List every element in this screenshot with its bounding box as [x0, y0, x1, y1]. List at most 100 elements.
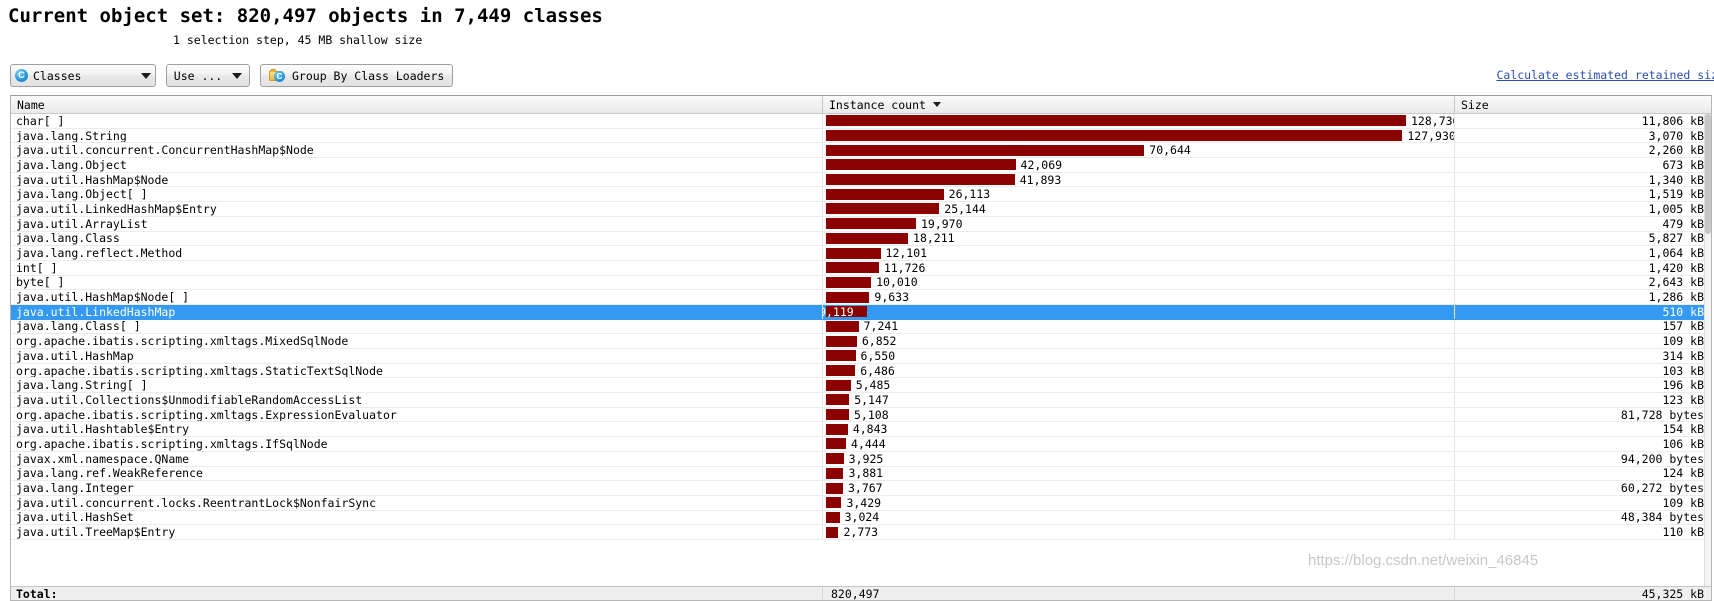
table-row[interactable]: java.lang.String 127,930 3,070 kB [11, 129, 1711, 144]
cell-instance-count: 127,930 [823, 128, 1455, 143]
instance-count-bar [826, 511, 840, 523]
instance-count-bar [826, 497, 842, 509]
instance-count-value: 26,113 [948, 187, 991, 202]
column-header-instance-count-label: Instance count [829, 97, 926, 112]
instance-count-bar [826, 130, 1403, 142]
instance-count-bar [826, 203, 940, 215]
table-row[interactable]: int[ ] 11,726 1,420 kB [11, 261, 1711, 276]
cell-instance-count: 3,925 [823, 451, 1455, 466]
jprofiler-class-view: Current object set: 820,497 objects in 7… [0, 0, 1714, 601]
table-row[interactable]: java.lang.Class[ ] 7,241 157 kB [11, 319, 1711, 335]
table-row[interactable]: java.util.concurrent.locks.ReentrantLock… [11, 496, 1711, 511]
instance-count-bar [826, 350, 856, 362]
cell-instance-count: 6,852 [823, 334, 1455, 348]
instance-count-value: 3,925 [848, 451, 884, 466]
cell-instance-count: 25,144 [823, 202, 1455, 216]
cell-instance-count: 18,211 [823, 231, 1455, 246]
table-row[interactable]: java.lang.reflect.Method 12,101 1,064 kB [11, 246, 1711, 261]
table-row[interactable]: java.util.HashSet 3,024 48,384 bytes [11, 510, 1711, 526]
cell-size: 1,420 kB [1648, 260, 1704, 275]
instance-count-bar [826, 453, 844, 465]
cell-size: 5,827 kB [1648, 231, 1704, 246]
column-header-name[interactable]: Name [11, 96, 823, 114]
cell-class-name: java.lang.Object[ ] [11, 187, 823, 202]
cell-size: 1,286 kB [1648, 290, 1704, 305]
column-header-instance-count[interactable]: Instance count [823, 96, 1455, 114]
cell-size: 123 kB [1662, 392, 1704, 407]
cell-class-name: org.apache.ibatis.scripting.xmltags.Expr… [11, 407, 823, 422]
instance-count-value: 3,429 [846, 495, 882, 510]
cell-size: 1,005 kB [1648, 201, 1704, 216]
instance-count-bar [826, 467, 844, 479]
cell-instance-count: 7,241 [823, 319, 1455, 334]
cell-instance-count: 5,485 [823, 378, 1455, 393]
table-row[interactable]: java.lang.String[ ] 5,485 196 kB [11, 378, 1711, 394]
page-subtitle: 1 selection step, 45 MB shallow size [173, 33, 423, 47]
cell-instance-count: 4,444 [823, 437, 1455, 451]
instance-count-bar [826, 320, 859, 332]
instance-count-bar [826, 276, 872, 288]
table-row[interactable]: javax.xml.namespace.QName 3,925 94,200 byt… [11, 452, 1711, 467]
table-row[interactable]: org.apache.ibatis.scripting.xmltags.Stat… [11, 364, 1711, 379]
cell-instance-count: 128,736 [823, 114, 1455, 128]
calculate-retained-size-link[interactable]: Calculate estimated retained siz [1496, 68, 1714, 82]
cell-instance-count: 4,843 [823, 422, 1455, 437]
instance-count-bar [826, 438, 847, 450]
instance-count-value: 7,241 [863, 319, 899, 334]
use-dropdown-label: Use ... [173, 68, 223, 83]
cell-instance-count: 3,767 [823, 481, 1455, 495]
cell-class-name: java.lang.Integer [11, 481, 823, 495]
cell-class-name: java.util.TreeMap$Entry [11, 525, 823, 539]
table-row[interactable]: byte[ ] 10,010 2,643 kB [11, 275, 1711, 291]
cell-class-name: java.lang.reflect.Method [11, 246, 823, 260]
chevron-down-icon [232, 72, 243, 79]
table-row[interactable]: java.util.concurrent.ConcurrentHashMap$N… [11, 143, 1711, 159]
toolbar: C Classes Use ... C Group By Class Loade… [10, 64, 454, 87]
cell-instance-count: 10,010 [823, 275, 1455, 290]
page-title: Current object set: 820,497 objects in 7… [8, 5, 603, 27]
classes-dropdown-label: Classes [33, 68, 82, 83]
instance-count-value: 42,069 [1020, 158, 1063, 172]
instance-count-value: 10,010 [876, 275, 918, 290]
table-row[interactable]: java.lang.Class 18,211 5,827 kB [11, 231, 1711, 247]
use-dropdown-button[interactable]: Use ... [166, 64, 250, 87]
table-row[interactable]: java.util.TreeMap$Entry 2,773 110 kB [11, 525, 1711, 540]
table-row[interactable]: char[ ] 128,736 11,806 kB [11, 114, 1711, 129]
table-row[interactable]: java.util.Collections$UnmodifiableRandom… [11, 393, 1711, 408]
table-row[interactable]: java.lang.Object[ ] 26,113 1,519 kB [11, 187, 1711, 203]
vertical-scrollbar[interactable] [1704, 114, 1711, 589]
table-row[interactable]: org.apache.ibatis.scripting.xmltags.Expr… [11, 408, 1711, 423]
header: Current object set: 820,497 objects in 7… [0, 0, 1714, 47]
table-row[interactable]: java.util.Hashtable$Entry 4,843 154 kB [11, 422, 1711, 438]
instance-count-value: 5,485 [855, 378, 891, 393]
table-row[interactable]: java.util.HashMap 6,550 314 kB [11, 349, 1711, 364]
instance-count-value: 128,736 [1411, 114, 1455, 128]
cell-instance-count: 9,633 [823, 290, 1455, 304]
group-by-class-loaders-button[interactable]: C Group By Class Loaders [260, 64, 454, 87]
table-row[interactable]: java.lang.Integer 3,767 60,272 bytes [11, 481, 1711, 496]
table-row[interactable]: java.util.LinkedHashMap9,119 510 kB [11, 305, 1711, 320]
table-row[interactable]: java.util.LinkedHashMap$Entry 25,144 1,005… [11, 202, 1711, 217]
cell-size: 314 kB [1662, 348, 1704, 363]
cell-size: 1,519 kB [1648, 187, 1704, 202]
cell-size: 110 kB [1662, 525, 1704, 540]
instance-count-bar [826, 379, 851, 391]
scrollbar-thumb[interactable] [1705, 114, 1711, 234]
table-row[interactable]: org.apache.ibatis.scripting.xmltags.IfSq… [11, 437, 1711, 452]
table-row[interactable]: java.util.HashMap$Node 41,893 1,340 kB [11, 173, 1711, 188]
classes-dropdown[interactable]: C Classes [10, 64, 156, 87]
cell-class-name: java.util.LinkedHashMap [11, 304, 823, 319]
cell-size: 1,064 kB [1648, 246, 1704, 261]
table-row[interactable]: org.apache.ibatis.scripting.xmltags.Mixe… [11, 334, 1711, 349]
instance-count-value: 2,773 [843, 525, 879, 539]
instance-count-bar [826, 335, 857, 347]
column-header-size[interactable]: Size [1455, 96, 1710, 114]
table-row[interactable]: java.lang.Object 42,069 673 kB [11, 158, 1711, 173]
table-row[interactable]: java.util.ArrayList 19,970 479 kB [11, 217, 1711, 232]
table-row[interactable]: java.lang.ref.WeakReference 3,881 124 kB [11, 466, 1711, 482]
instance-count-bar [826, 526, 839, 538]
cell-size: 3,070 kB [1648, 128, 1704, 143]
table-header-row: Name Instance count Size [11, 96, 1711, 114]
instance-count-bar [826, 291, 870, 303]
table-row[interactable]: java.util.HashMap$Node[ ] 9,633 1,286 kB [11, 290, 1711, 305]
